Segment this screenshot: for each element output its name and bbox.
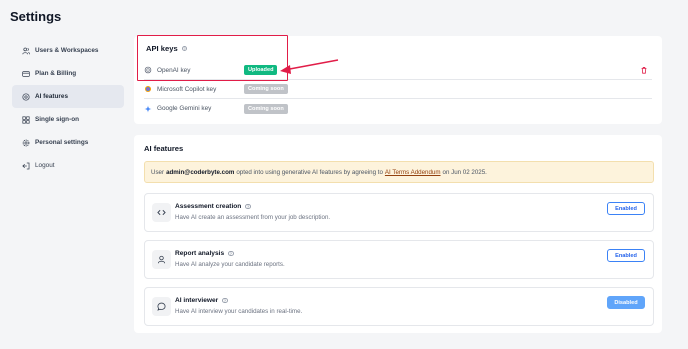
feature-title: Assessment creation: [175, 203, 242, 210]
sidebar-item-label: Logout: [35, 162, 55, 169]
api-key-row-gemini: Google Gemini key Coming soon: [144, 99, 652, 118]
feature-title: Report analysis: [175, 250, 225, 257]
enabled-button[interactable]: Enabled: [607, 249, 645, 262]
enabled-button[interactable]: Enabled: [607, 202, 645, 215]
highlight-box: [137, 35, 288, 81]
feature-description: Have AI analyze your candidate reports.: [175, 261, 285, 268]
sidebar-item-label: Single sign-on: [35, 116, 80, 123]
page-title: Settings: [10, 9, 62, 24]
copilot-icon: [144, 85, 152, 93]
user-icon: [152, 250, 171, 269]
help-icon[interactable]: ?: [228, 250, 234, 257]
help-icon[interactable]: ?: [222, 297, 228, 304]
sidebar-item-label: Personal settings: [35, 139, 89, 146]
help-icon[interactable]: ?: [245, 203, 251, 210]
consent-notice: User admin@coderbyte.com opted into usin…: [144, 161, 654, 183]
feature-description: Have AI interview your candidates in rea…: [175, 308, 303, 315]
ai-features-title: AI features: [144, 144, 184, 153]
sidebar-item-users-workspaces[interactable]: Users & Workspaces: [12, 39, 124, 62]
notice-email: admin@coderbyte.com: [166, 168, 235, 176]
credit-card-icon: [21, 69, 30, 78]
sidebar-item-personal-settings[interactable]: Personal settings: [12, 131, 124, 154]
code-icon: [152, 203, 171, 222]
sidebar-item-plan-billing[interactable]: Plan & Billing: [12, 62, 124, 85]
sidebar-item-single-sign-on[interactable]: Single sign-on: [12, 108, 124, 131]
users-icon: [21, 46, 30, 55]
status-badge: Coming soon: [244, 84, 288, 94]
grid-icon: [21, 115, 30, 124]
feature-title: AI interviewer: [175, 297, 219, 304]
disabled-button[interactable]: Disabled: [607, 296, 645, 309]
feature-ai-interviewer: AI interviewer ? Have AI interview your …: [144, 287, 654, 326]
sidebar-item-label: AI features: [35, 93, 69, 100]
ai-icon: [21, 92, 30, 101]
sidebar: Users & Workspaces Plan & Billing AI fea…: [12, 39, 124, 177]
sidebar-item-ai-features[interactable]: AI features: [12, 85, 124, 108]
sidebar-item-label: Users & Workspaces: [35, 47, 99, 54]
gear-icon: [21, 138, 30, 147]
api-key-row-copilot: Microsoft Copilot key Coming soon: [144, 80, 652, 99]
terms-link[interactable]: AI Terms Addendum: [385, 169, 441, 176]
feature-assessment-creation: Assessment creation ? Have AI create an …: [144, 193, 654, 232]
logout-icon: [21, 161, 30, 170]
api-key-name: Microsoft Copilot key: [157, 85, 217, 93]
feature-description: Have AI create an assessment from your j…: [175, 214, 331, 221]
chat-bubble-icon: [152, 297, 171, 316]
annotation-arrow: [280, 59, 339, 74]
ai-features-card: AI features User admin@coderbyte.com opt…: [134, 135, 662, 333]
api-key-name: Google Gemini key: [157, 105, 212, 112]
gemini-icon: [144, 104, 152, 113]
feature-report-analysis: Report analysis ? Have AI analyze your c…: [144, 240, 654, 279]
trash-icon[interactable]: [640, 66, 648, 74]
sidebar-item-logout[interactable]: Logout: [12, 154, 124, 177]
sidebar-item-label: Plan & Billing: [35, 70, 77, 77]
status-badge: Coming soon: [244, 103, 288, 114]
